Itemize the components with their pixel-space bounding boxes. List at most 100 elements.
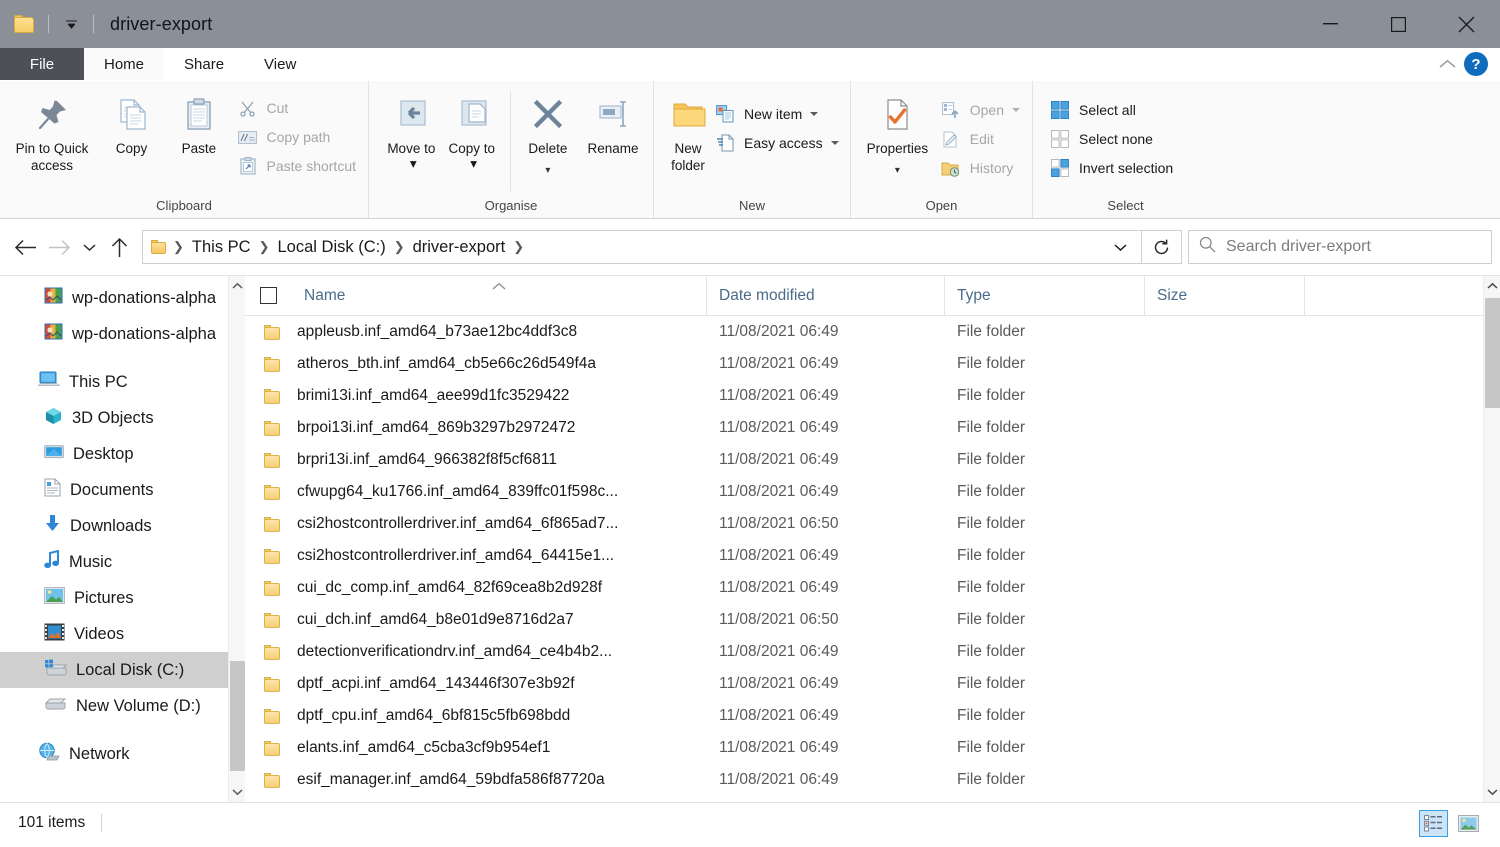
table-row[interactable]: appleusb.inf_amd64_b73ae12bc4ddf3c811/08… [245, 316, 1500, 348]
large-icons-view-icon[interactable] [1455, 811, 1482, 836]
new-folder-button[interactable]: New folder [666, 87, 710, 175]
sidebar-item-network[interactable]: Network [0, 736, 245, 772]
sidebar-item-documents[interactable]: Documents [0, 472, 245, 508]
copy-path-button[interactable]: Copy path [233, 124, 363, 150]
date-modified-cell: 11/08/2021 06:49 [707, 419, 945, 437]
sidebar-item-wp-donations-alpha-2[interactable]: wp-donations-alpha [0, 316, 245, 352]
table-row[interactable]: atheros_bth.inf_amd64_cb5e66c26d549f4a11… [245, 348, 1500, 380]
edit-button[interactable]: Edit [936, 126, 1026, 152]
move-to-button[interactable]: Move to ▾ [383, 87, 443, 175]
sidebar-item-3d-objects[interactable]: 3D Objects [0, 400, 245, 436]
row-folder-icon [245, 453, 292, 468]
sidebar-item-videos[interactable]: Videos [0, 616, 245, 652]
sidebar-item-label: Network [69, 745, 130, 764]
table-row[interactable]: dptf_acpi.inf_amd64_143446f307e3b92f11/0… [245, 668, 1500, 700]
back-arrow-icon[interactable] [8, 230, 42, 264]
table-row[interactable]: esif_manager.inf_amd64_59bdfa586f87720a1… [245, 764, 1500, 796]
history-icon [940, 158, 962, 178]
close-icon[interactable] [1432, 0, 1500, 48]
sidebar-item-downloads[interactable]: Downloads [0, 508, 245, 544]
tab-view[interactable]: View [244, 48, 316, 80]
sidebar-scroll-down-chevron-down-icon[interactable] [229, 783, 245, 802]
table-row[interactable]: detectionverificationdrv.inf_amd64_ce4b4… [245, 636, 1500, 668]
column-header-type[interactable]: Type [945, 276, 1145, 316]
copy-to-button[interactable]: Copy to ▾ [443, 87, 503, 175]
breadcrumb-driver-export[interactable]: driver-export [406, 234, 513, 261]
invert-selection-icon [1049, 158, 1071, 178]
new-item-chevron-down-icon[interactable] [810, 112, 818, 116]
copy-button[interactable]: Copy [98, 87, 165, 158]
sidebar-scroll-up-chevron-up-icon[interactable] [229, 276, 245, 295]
delete-button[interactable]: Delete ▾ [517, 87, 579, 178]
open-icon [940, 100, 962, 120]
table-row[interactable]: cui_dch.inf_amd64_b8e01d9e8716d2a711/08/… [245, 604, 1500, 636]
open-button[interactable]: Open [936, 97, 1026, 123]
table-row[interactable]: cui_dc_comp.inf_amd64_82f69cea8b2d928f11… [245, 572, 1500, 604]
paste-button[interactable]: Paste [165, 87, 232, 158]
tab-share[interactable]: Share [164, 48, 244, 80]
breadcrumb-this-pc[interactable]: This PC [185, 234, 258, 261]
file-scroll-up-chevron-up-icon[interactable] [1484, 276, 1500, 295]
table-row[interactable]: brpoi13i.inf_amd64_869b3297b297247211/08… [245, 412, 1500, 444]
details-view-icon[interactable] [1420, 811, 1447, 836]
refresh-icon[interactable] [1142, 230, 1182, 264]
cut-button[interactable]: Cut [233, 95, 363, 121]
table-row[interactable]: dptf_cpu.inf_amd64_6bf815c5fb698bdd11/08… [245, 700, 1500, 732]
maximize-icon[interactable] [1364, 0, 1432, 48]
checkbox-icon[interactable] [260, 287, 277, 304]
type-cell: File folder [945, 515, 1145, 533]
table-row[interactable]: csi2hostcontrollerdriver.inf_amd64_6f865… [245, 508, 1500, 540]
help-button[interactable]: ? [1464, 52, 1488, 76]
file-list-scrollbar[interactable] [1483, 276, 1500, 802]
table-row[interactable]: csi2hostcontrollerdriver.inf_amd64_64415… [245, 540, 1500, 572]
invert-selection-button[interactable]: Invert selection [1045, 155, 1179, 181]
sidebar-scrollbar[interactable] [228, 276, 245, 802]
sidebar-item-music[interactable]: Music [0, 544, 245, 580]
search-box[interactable]: Search driver-export [1188, 230, 1492, 264]
search-input[interactable]: Search driver-export [1226, 238, 1371, 256]
select-all-button[interactable]: Select all [1045, 97, 1179, 123]
recent-locations-chevron-down-icon[interactable] [76, 230, 102, 264]
address-bar[interactable]: ❯ This PC ❯ Local Disk (C:) ❯ driver-exp… [142, 230, 1142, 264]
file-scroll-down-chevron-down-icon[interactable] [1484, 783, 1500, 802]
delete-chevron-down-icon[interactable]: ▾ [545, 160, 550, 178]
address-dropdown-chevron-down-icon[interactable] [1103, 231, 1137, 263]
properties-chevron-down-icon[interactable]: ▾ [895, 160, 900, 178]
table-row[interactable]: elants.inf_amd64_c5cba3cf9b954ef111/08/2… [245, 732, 1500, 764]
sidebar-item-desktop[interactable]: Desktop [0, 436, 245, 472]
file-scrollbar-thumb[interactable] [1485, 298, 1500, 408]
easy-access-chevron-down-icon[interactable] [831, 141, 839, 145]
pin-to-quick-access-button[interactable]: Pin to Quick access [6, 87, 98, 175]
type-cell: File folder [945, 355, 1145, 373]
select-all-checkbox[interactable] [245, 276, 292, 316]
rename-button[interactable]: Rename [579, 87, 647, 158]
sidebar-item-pictures[interactable]: Pictures [0, 580, 245, 616]
paste-shortcut-button[interactable]: Paste shortcut [233, 153, 363, 179]
column-header-name[interactable]: Name [292, 276, 707, 316]
forward-arrow-icon[interactable] [42, 230, 76, 264]
tab-file[interactable]: File [0, 48, 84, 80]
new-item-button[interactable]: New item [710, 101, 845, 127]
easy-access-button[interactable]: Easy access [710, 130, 845, 156]
open-chevron-down-icon[interactable] [1012, 108, 1020, 112]
tab-home[interactable]: Home [84, 48, 164, 80]
sidebar-item-local-disk-c[interactable]: Local Disk (C:) [0, 652, 245, 688]
column-header-date-modified[interactable]: Date modified [707, 276, 945, 316]
table-row[interactable]: brimi13i.inf_amd64_aee99d1fc352942211/08… [245, 380, 1500, 412]
history-button[interactable]: History [936, 155, 1026, 181]
column-header-size[interactable]: Size [1145, 276, 1305, 316]
up-arrow-icon[interactable] [102, 230, 136, 264]
sidebar-item-label: Videos [74, 625, 124, 644]
properties-button[interactable]: Properties ▾ [859, 87, 936, 178]
sidebar-item-wp-donations-alpha-1[interactable]: wp-donations-alpha [0, 280, 245, 316]
table-row[interactable]: cfwupg64_ku1766.inf_amd64_839ffc01f598c.… [245, 476, 1500, 508]
minimize-icon[interactable] [1296, 0, 1364, 48]
chevron-up-icon[interactable] [1434, 51, 1460, 77]
select-none-button[interactable]: Select none [1045, 126, 1179, 152]
sidebar-scrollbar-thumb[interactable] [230, 661, 245, 771]
sidebar-item-this-pc[interactable]: This PC [0, 364, 245, 400]
sidebar-item-new-volume-d[interactable]: New Volume (D:) [0, 688, 245, 724]
breadcrumb-local-disk-c[interactable]: Local Disk (C:) [271, 234, 393, 261]
quick-access-toolbar-chevron-down-icon[interactable] [61, 14, 81, 34]
table-row[interactable]: brpri13i.inf_amd64_966382f8f5cf681111/08… [245, 444, 1500, 476]
